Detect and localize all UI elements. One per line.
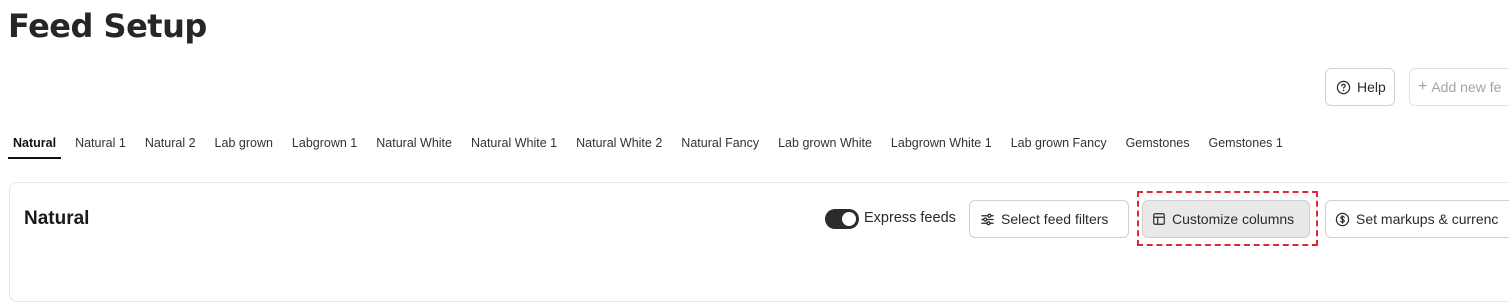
- tab-lab-grown-fancy[interactable]: Lab grown Fancy: [1004, 132, 1114, 159]
- express-feeds-toggle[interactable]: [825, 209, 859, 229]
- tab-gemstones[interactable]: Gemstones: [1119, 132, 1197, 159]
- add-new-feed-label: Add new fe: [1431, 79, 1502, 95]
- tab-natural-1[interactable]: Natural 1: [68, 132, 133, 159]
- tab-labgrown-1[interactable]: Labgrown 1: [285, 132, 364, 159]
- table-columns-icon: [1152, 212, 1166, 226]
- express-feeds-label: Express feeds: [864, 210, 956, 226]
- tab-natural-fancy[interactable]: Natural Fancy: [674, 132, 766, 159]
- page-title: Feed Setup: [8, 7, 207, 45]
- tab-lab-grown-white[interactable]: Lab grown White: [771, 132, 879, 159]
- tab-natural-white[interactable]: Natural White: [369, 132, 459, 159]
- add-new-feed-button[interactable]: + Add new fe: [1409, 68, 1509, 106]
- tab-natural-white-2[interactable]: Natural White 2: [569, 132, 669, 159]
- dollar-circle-icon: [1335, 212, 1350, 227]
- panel-title: Natural: [24, 208, 90, 229]
- tab-gemstones-1[interactable]: Gemstones 1: [1202, 132, 1290, 159]
- set-markups-currency-label: Set markups & currenc: [1356, 211, 1499, 227]
- help-button-label: Help: [1357, 79, 1386, 95]
- plus-icon: +: [1418, 78, 1428, 95]
- customize-columns-button[interactable]: Customize columns: [1142, 200, 1310, 238]
- tab-labgrown-white-1[interactable]: Labgrown White 1: [884, 132, 999, 159]
- toggle-knob: [842, 212, 856, 226]
- select-feed-filters-label: Select feed filters: [1001, 211, 1109, 227]
- tab-natural[interactable]: Natural: [6, 132, 63, 159]
- tab-natural-white-1[interactable]: Natural White 1: [464, 132, 564, 159]
- tab-lab-grown[interactable]: Lab grown: [208, 132, 280, 159]
- select-feed-filters-button[interactable]: Select feed filters: [969, 200, 1129, 238]
- tab-natural-2[interactable]: Natural 2: [138, 132, 203, 159]
- help-button[interactable]: Help: [1325, 68, 1395, 106]
- set-markups-currency-button[interactable]: Set markups & currenc: [1325, 200, 1509, 238]
- customize-columns-label: Customize columns: [1172, 211, 1295, 227]
- sliders-icon: [980, 212, 995, 227]
- feed-tabs: Natural Natural 1 Natural 2 Lab grown La…: [6, 132, 1295, 160]
- question-circle-icon: [1336, 80, 1351, 95]
